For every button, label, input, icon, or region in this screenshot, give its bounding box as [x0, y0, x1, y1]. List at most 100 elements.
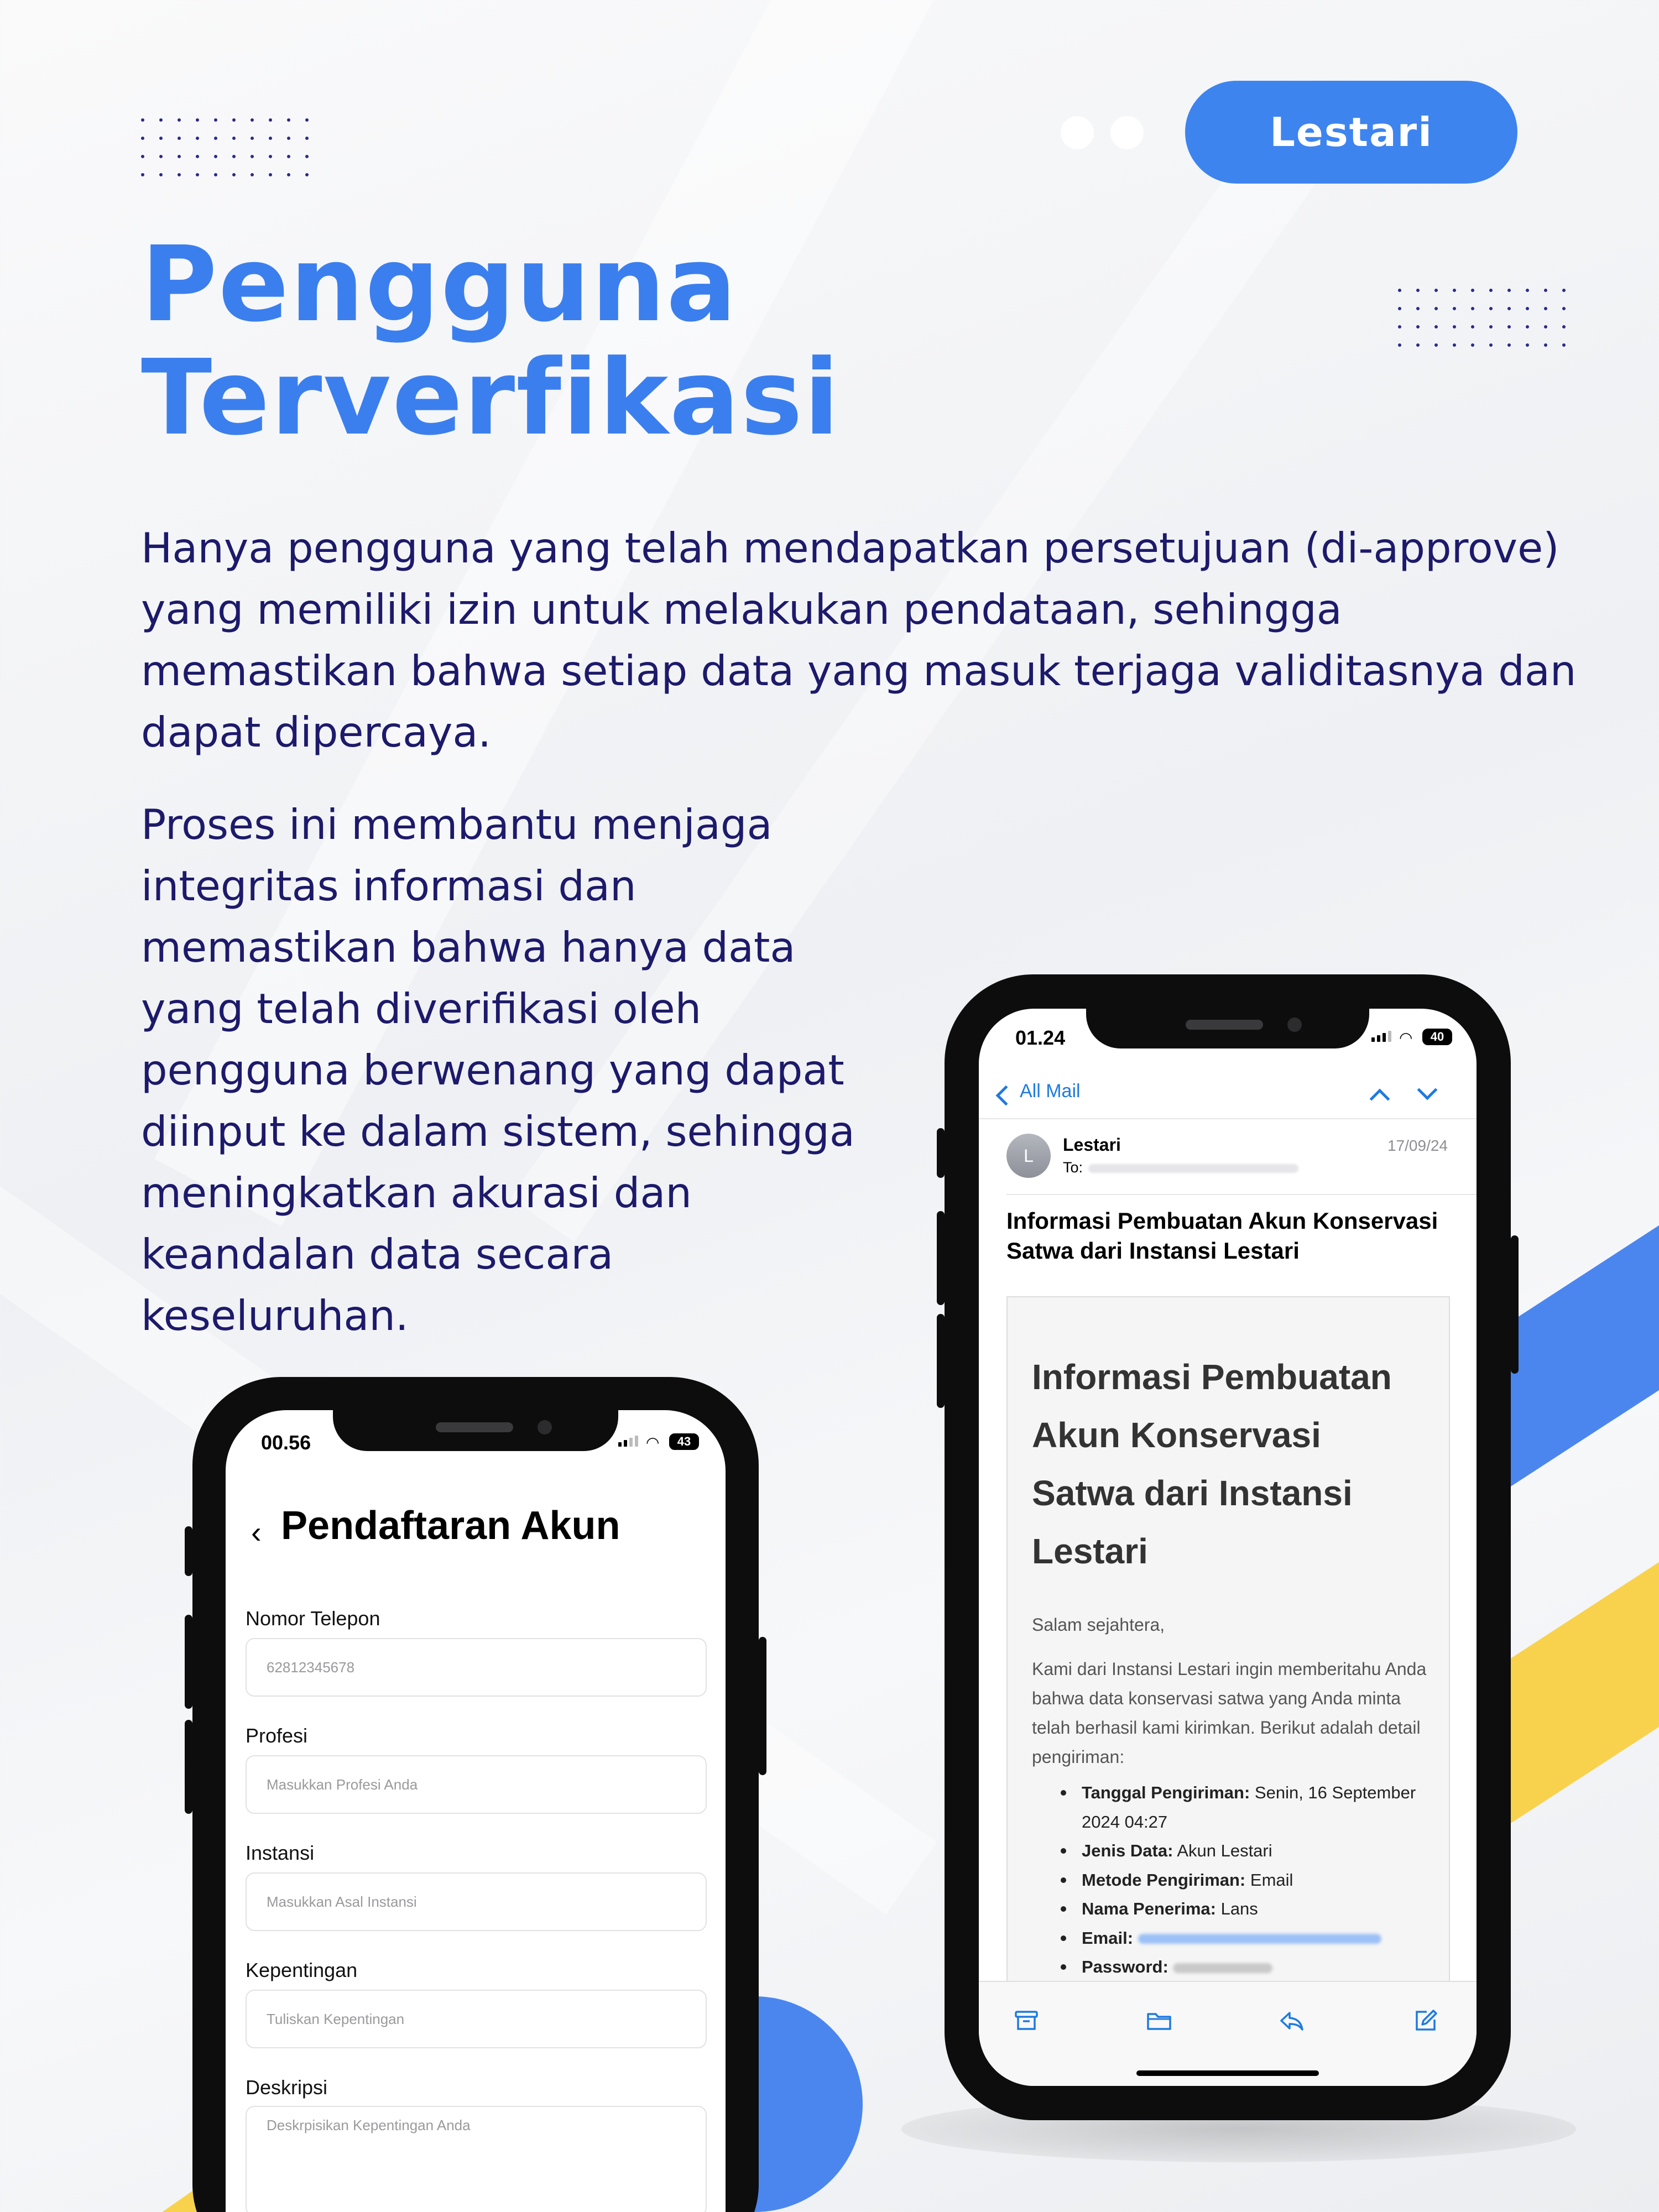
grid-dot: [1398, 289, 1401, 292]
mail-subject: Informasi Pembuatan Akun Konservasi Satw…: [1006, 1208, 1438, 1264]
phone-side-button: [937, 1211, 945, 1305]
dot-grid-decoration: [1398, 289, 1580, 355]
grid-dot: [1544, 289, 1547, 292]
grid-dot: [1562, 325, 1566, 328]
phone-mail: 01.24 ◠ 40 All Mail L Lestari To: 17/09/…: [937, 974, 1519, 2120]
grid-dot: [178, 155, 181, 158]
detail-key: Nama Penerima:: [1082, 1899, 1216, 1918]
mail-screen: 01.24 ◠ 40 All Mail L Lestari To: 17/09/…: [979, 1009, 1477, 2086]
grid-dot: [232, 118, 236, 122]
grid-dot: [251, 118, 254, 122]
grid-dot: [1434, 289, 1438, 292]
intro-paragraph: Hanya pengguna yang telah mendapatkan pe…: [141, 524, 1577, 757]
sender-name[interactable]: Lestari: [1063, 1135, 1121, 1155]
grid-dot: [1416, 343, 1420, 347]
grid-dot: [251, 155, 254, 158]
grid-dot: [214, 118, 217, 122]
email-body-card: Informasi Pembuatan Akun Konservasi Satw…: [1006, 1296, 1450, 2070]
grid-dot: [1471, 325, 1474, 328]
page-title-line1: Pengguna: [141, 224, 738, 345]
wifi-icon: ◠: [646, 1433, 660, 1452]
grid-dot: [305, 173, 309, 176]
phone-notch: [1086, 1009, 1369, 1048]
list-item: Metode Pengiriman: Email: [1032, 1866, 1430, 1895]
grid-dot: [214, 137, 217, 140]
phone-number-input[interactable]: 62812345678: [246, 1638, 707, 1697]
grid-dot: [1526, 289, 1529, 292]
dot-grid-decoration: [141, 118, 324, 185]
grid-dot: [178, 137, 181, 140]
grid-dot: [196, 118, 199, 122]
redacted-email-link[interactable]: [1138, 1934, 1381, 1944]
compose-icon[interactable]: [1412, 2007, 1439, 2034]
phone-registration: 00.56 ◠ 43 ‹ Pendaftaran Akun Nomor Tele…: [185, 1377, 766, 2212]
pager-dot: [1061, 116, 1094, 149]
grid-dot: [269, 137, 272, 140]
grid-dot: [305, 155, 309, 158]
grid-dot: [251, 173, 254, 176]
grid-dot: [1434, 325, 1438, 328]
detail-paragraph: Proses ini membantu menjaga integritas i…: [141, 800, 855, 1340]
back-chevron-icon[interactable]: [995, 1085, 1016, 1106]
detail-key: Metode Pengiriman:: [1082, 1870, 1246, 1890]
phone-side-button: [937, 1128, 945, 1178]
grid-dot: [1471, 343, 1474, 347]
avatar-letter: L: [1024, 1145, 1034, 1166]
grid-dot: [1526, 307, 1529, 310]
grid-dot: [1416, 325, 1420, 328]
grid-dot: [1434, 343, 1438, 347]
grid-dot: [1526, 325, 1529, 328]
detail-value: Lans: [1220, 1899, 1258, 1918]
email-detail-list: Tanggal Pengiriman: Senin, 16 September …: [1032, 1778, 1430, 1982]
all-mail-link[interactable]: All Mail: [1020, 1081, 1081, 1102]
profession-input[interactable]: Masukkan Profesi Anda: [246, 1755, 707, 1814]
status-time: 00.56: [261, 1431, 311, 1454]
grid-dot: [159, 155, 163, 158]
email-body-text: Kami dari Instansi Lestari ingin memberi…: [1032, 1659, 1427, 1767]
signal-icon: [618, 1436, 638, 1447]
grid-dot: [1562, 289, 1566, 292]
redacted-recipient: [1088, 1164, 1299, 1173]
detail-key: Tanggal Pengiriman:: [1082, 1783, 1250, 1802]
archive-icon[interactable]: [1013, 2007, 1040, 2034]
grid-dot: [1526, 343, 1529, 347]
phone-notch: [333, 1410, 618, 1451]
description-textarea[interactable]: Deskrpisikan Kepentingan Anda: [246, 2106, 707, 2212]
detail-value: Akun Lestari: [1177, 1841, 1272, 1860]
grid-dot: [159, 118, 163, 122]
speaker: [436, 1422, 513, 1432]
grid-dot: [305, 137, 309, 140]
folder-icon[interactable]: [1146, 2007, 1172, 2034]
institution-input[interactable]: Masukkan Asal Instansi: [246, 1872, 707, 1931]
grid-dot: [1489, 343, 1493, 347]
grid-dot: [1434, 307, 1438, 310]
brand-pill: Lestari: [1185, 81, 1517, 184]
phone-side-button: [185, 1615, 192, 1709]
mail-date: 17/09/24: [1387, 1137, 1448, 1154]
grid-dot: [305, 118, 309, 122]
grid-dot: [269, 155, 272, 158]
grid-dot: [1416, 307, 1420, 310]
home-indicator[interactable]: [1136, 2070, 1319, 2076]
grid-dot: [1471, 289, 1474, 292]
reply-icon[interactable]: [1279, 2007, 1305, 2034]
grid-dot: [269, 173, 272, 176]
grid-dot: [1398, 325, 1401, 328]
camera: [1287, 1018, 1302, 1032]
chevron-left-icon[interactable]: ‹: [251, 1514, 262, 1550]
grid-dot: [159, 137, 163, 140]
status-time: 01.24: [1015, 1026, 1066, 1049]
chevron-up-icon[interactable]: [1369, 1088, 1390, 1109]
list-item: Password:: [1032, 1953, 1430, 1982]
grid-dot: [1453, 289, 1456, 292]
purpose-input[interactable]: Tuliskan Kepentingan: [246, 1990, 707, 2048]
field-label-profession: Profesi: [246, 1724, 308, 1747]
registration-screen: 00.56 ◠ 43 ‹ Pendaftaran Akun Nomor Tele…: [226, 1410, 726, 2212]
grid-dot: [287, 155, 290, 158]
grid-dot: [251, 137, 254, 140]
grid-dot: [141, 118, 144, 122]
wifi-icon: ◠: [1399, 1029, 1413, 1047]
list-item: Nama Penerima: Lans: [1032, 1895, 1430, 1924]
chevron-down-icon[interactable]: [1417, 1079, 1438, 1100]
grid-dot: [287, 118, 290, 122]
